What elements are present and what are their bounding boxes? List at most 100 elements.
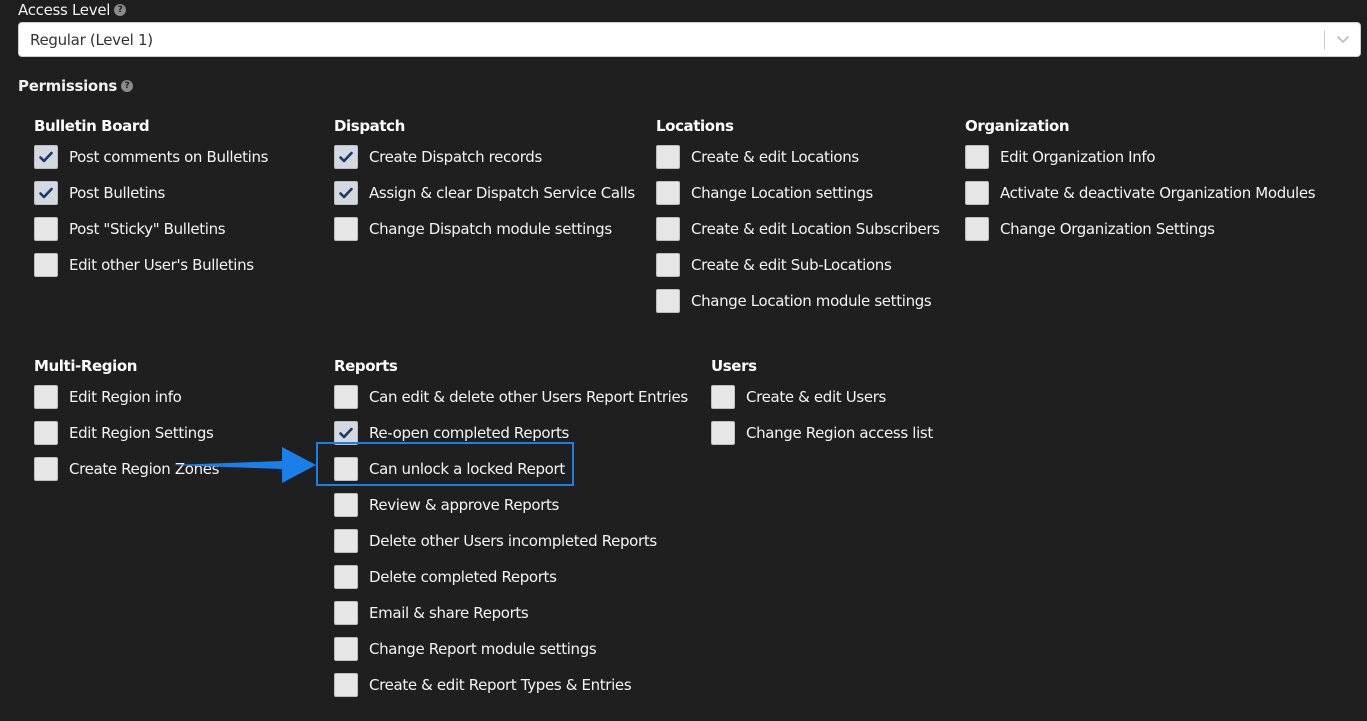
- permission-label: Edit Region Settings: [69, 424, 214, 442]
- checkmark-icon: [39, 187, 53, 199]
- permission-item-email-share-reports[interactable]: Email & share Reports: [334, 595, 688, 631]
- permission-item-post-sticky-bulletins[interactable]: Post "Sticky" Bulletins: [34, 211, 268, 247]
- permission-item-assign-clear-dispatch-service-calls[interactable]: Assign & clear Dispatch Service Calls: [334, 175, 635, 211]
- permission-label: Delete other Users incompleted Reports: [369, 532, 657, 550]
- permission-group-title: Bulletin Board: [34, 117, 150, 135]
- permission-item-change-dispatch-module-settings[interactable]: Change Dispatch module settings: [334, 211, 635, 247]
- checkbox-unchecked[interactable]: [656, 145, 680, 169]
- question-circle-icon[interactable]: ?: [120, 80, 133, 92]
- checkbox-checked[interactable]: [34, 181, 58, 205]
- permission-group-title: Organization: [965, 117, 1070, 135]
- checkbox-checked[interactable]: [34, 145, 58, 169]
- checkbox-unchecked[interactable]: [34, 385, 58, 409]
- permission-item-edit-region-info[interactable]: Edit Region info: [34, 379, 219, 415]
- permission-group-title: Locations: [656, 117, 734, 135]
- permission-item-change-region-access-list[interactable]: Change Region access list: [711, 415, 933, 451]
- checkbox-unchecked[interactable]: [334, 673, 358, 697]
- permission-item-edit-other-user-s-bulletins[interactable]: Edit other User's Bulletins: [34, 247, 268, 283]
- permission-item-can-unlock-a-locked-report[interactable]: Can unlock a locked Report: [334, 451, 688, 487]
- permission-item-delete-other-users-incompleted-reports[interactable]: Delete other Users incompleted Reports: [334, 523, 688, 559]
- permission-item-can-edit-delete-other-users-report-entries[interactable]: Can edit & delete other Users Report Ent…: [334, 379, 688, 415]
- checkbox-unchecked[interactable]: [656, 217, 680, 241]
- permission-group-organization: Organization Edit Organization Info Activa…: [965, 116, 1316, 247]
- question-circle-icon[interactable]: ?: [114, 4, 127, 16]
- permission-item-create-edit-locations[interactable]: Create & edit Locations: [656, 139, 940, 175]
- checkbox-unchecked[interactable]: [334, 565, 358, 589]
- permission-group-title: Users: [711, 357, 757, 375]
- permission-item-delete-completed-reports[interactable]: Delete completed Reports: [334, 559, 688, 595]
- permission-item-create-edit-users[interactable]: Create & edit Users: [711, 379, 933, 415]
- permission-item-create-dispatch-records[interactable]: Create Dispatch records: [334, 139, 635, 175]
- access-level-select[interactable]: Regular (Level 1): [18, 22, 1361, 57]
- access-level-label-text: Access Level: [18, 1, 111, 19]
- permission-group-users: Users Create & edit Users Change Region ac…: [711, 356, 933, 451]
- permission-label: Post "Sticky" Bulletins: [69, 220, 226, 238]
- checkbox-unchecked[interactable]: [656, 289, 680, 313]
- permission-group-title: Multi-Region: [34, 357, 138, 375]
- permission-group-title: Reports: [334, 357, 398, 375]
- permissions-label: Permissions ?: [18, 76, 133, 96]
- checkbox-unchecked[interactable]: [711, 421, 735, 445]
- checkbox-unchecked[interactable]: [656, 253, 680, 277]
- permission-label: Change Region access list: [746, 424, 933, 442]
- permission-label: Assign & clear Dispatch Service Calls: [369, 184, 635, 202]
- checkbox-unchecked[interactable]: [965, 217, 989, 241]
- checkbox-unchecked[interactable]: [965, 145, 989, 169]
- permission-item-review-approve-reports[interactable]: Review & approve Reports: [334, 487, 688, 523]
- checkmark-icon: [39, 151, 53, 163]
- permission-label: Review & approve Reports: [369, 496, 560, 514]
- permission-item-change-location-module-settings[interactable]: Change Location module settings: [656, 283, 940, 319]
- permission-label: Edit other User's Bulletins: [69, 256, 254, 274]
- checkbox-unchecked[interactable]: [34, 421, 58, 445]
- permission-item-create-edit-report-types-entries[interactable]: Create & edit Report Types & Entries: [334, 667, 688, 703]
- checkbox-unchecked[interactable]: [334, 529, 358, 553]
- permission-group-title: Dispatch: [334, 117, 405, 135]
- checkbox-unchecked[interactable]: [334, 601, 358, 625]
- checkbox-unchecked[interactable]: [334, 385, 358, 409]
- permission-label: Create & edit Location Subscribers: [691, 220, 940, 238]
- checkbox-unchecked[interactable]: [34, 253, 58, 277]
- permission-label: Re-open completed Reports: [369, 424, 570, 442]
- permission-label: Create Region Zones: [69, 460, 220, 478]
- checkbox-unchecked[interactable]: [34, 217, 58, 241]
- permission-item-edit-organization-info[interactable]: Edit Organization Info: [965, 139, 1315, 175]
- checkbox-unchecked[interactable]: [711, 385, 735, 409]
- checkbox-checked[interactable]: [334, 181, 358, 205]
- permission-item-post-bulletins[interactable]: Post Bulletins: [34, 175, 268, 211]
- checkbox-unchecked[interactable]: [334, 457, 358, 481]
- permission-item-re-open-completed-reports[interactable]: Re-open completed Reports: [334, 415, 688, 451]
- permission-item-activate-deactivate-organization-modules[interactable]: Activate & deactivate Organization Modul…: [965, 175, 1316, 211]
- permissions-page: Access Level ? Regular (Level 1) Permiss…: [0, 0, 1367, 721]
- permission-label: Can edit & delete other Users Report Ent…: [369, 388, 688, 406]
- permission-label: Change Report module settings: [369, 640, 597, 658]
- checkbox-unchecked[interactable]: [34, 457, 58, 481]
- checkbox-unchecked[interactable]: [965, 181, 989, 205]
- checkbox-checked[interactable]: [334, 421, 358, 445]
- permission-item-post-comments-on-bulletins[interactable]: Post comments on Bulletins: [34, 139, 268, 175]
- checkbox-unchecked[interactable]: [334, 217, 358, 241]
- permission-label: Can unlock a locked Report: [369, 460, 565, 478]
- permission-label: Create & edit Report Types & Entries: [369, 676, 632, 694]
- permission-item-create-edit-location-subscribers[interactable]: Create & edit Location Subscribers: [656, 211, 940, 247]
- access-level-selected-value: Regular (Level 1): [30, 30, 153, 49]
- permission-item-change-report-module-settings[interactable]: Change Report module settings: [334, 631, 688, 667]
- permission-label: Create & edit Locations: [691, 148, 859, 166]
- checkbox-unchecked[interactable]: [656, 181, 680, 205]
- permission-label: Edit Region info: [69, 388, 182, 406]
- chevron-down-icon[interactable]: [1325, 35, 1360, 44]
- permission-label: Activate & deactivate Organization Modul…: [1000, 184, 1316, 202]
- permission-label: Change Dispatch module settings: [369, 220, 612, 238]
- checkbox-checked[interactable]: [334, 145, 358, 169]
- permission-item-edit-region-settings[interactable]: Edit Region Settings: [34, 415, 219, 451]
- permissions-label-text: Permissions: [18, 77, 117, 95]
- permission-item-create-edit-sub-locations[interactable]: Create & edit Sub-Locations: [656, 247, 940, 283]
- permission-item-change-location-settings[interactable]: Change Location settings: [656, 175, 940, 211]
- checkbox-unchecked[interactable]: [334, 493, 358, 517]
- permission-group-multi-region: Multi-Region Edit Region info Edit Region …: [34, 356, 219, 487]
- checkmark-icon: [339, 151, 353, 163]
- checkbox-unchecked[interactable]: [334, 637, 358, 661]
- permission-item-create-region-zones[interactable]: Create Region Zones: [34, 451, 219, 487]
- permission-label: Create & edit Users: [746, 388, 886, 406]
- permission-item-change-organization-settings[interactable]: Change Organization Settings: [965, 211, 1315, 247]
- permission-label: Change Location settings: [691, 184, 873, 202]
